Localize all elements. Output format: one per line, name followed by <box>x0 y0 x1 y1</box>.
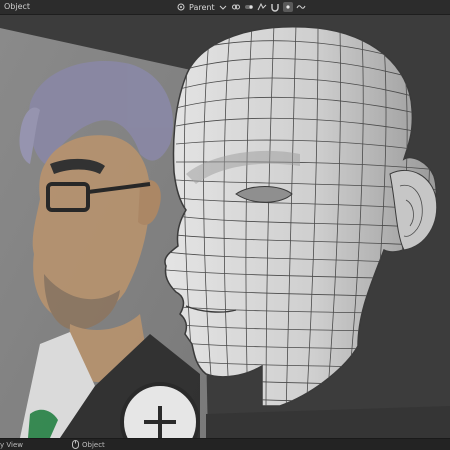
status-bar: y View Object <box>0 438 450 450</box>
viewport-header: Object Parent <box>0 0 450 15</box>
pivot-dropdown-label[interactable]: Parent <box>189 3 215 12</box>
3d-viewport[interactable] <box>0 14 450 438</box>
blender-window: Object Parent y View Object <box>0 0 450 450</box>
toggle-icon[interactable] <box>244 2 254 12</box>
dot-icon[interactable] <box>282 2 293 12</box>
pivot-icon[interactable] <box>176 2 186 12</box>
chevron-down-icon[interactable] <box>218 2 228 12</box>
mode-label[interactable]: Object <box>4 2 30 11</box>
viewport-scene[interactable] <box>0 14 450 438</box>
snap-icon[interactable] <box>257 2 267 12</box>
wave-icon[interactable] <box>296 2 306 12</box>
object-status-label: Object <box>82 441 105 449</box>
link-icon[interactable] <box>231 2 241 12</box>
transform-pivot-group: Parent <box>176 1 306 13</box>
magnet-icon[interactable] <box>270 2 280 12</box>
mouse-icon <box>72 440 79 449</box>
view-menu-label[interactable]: y View <box>0 441 23 449</box>
